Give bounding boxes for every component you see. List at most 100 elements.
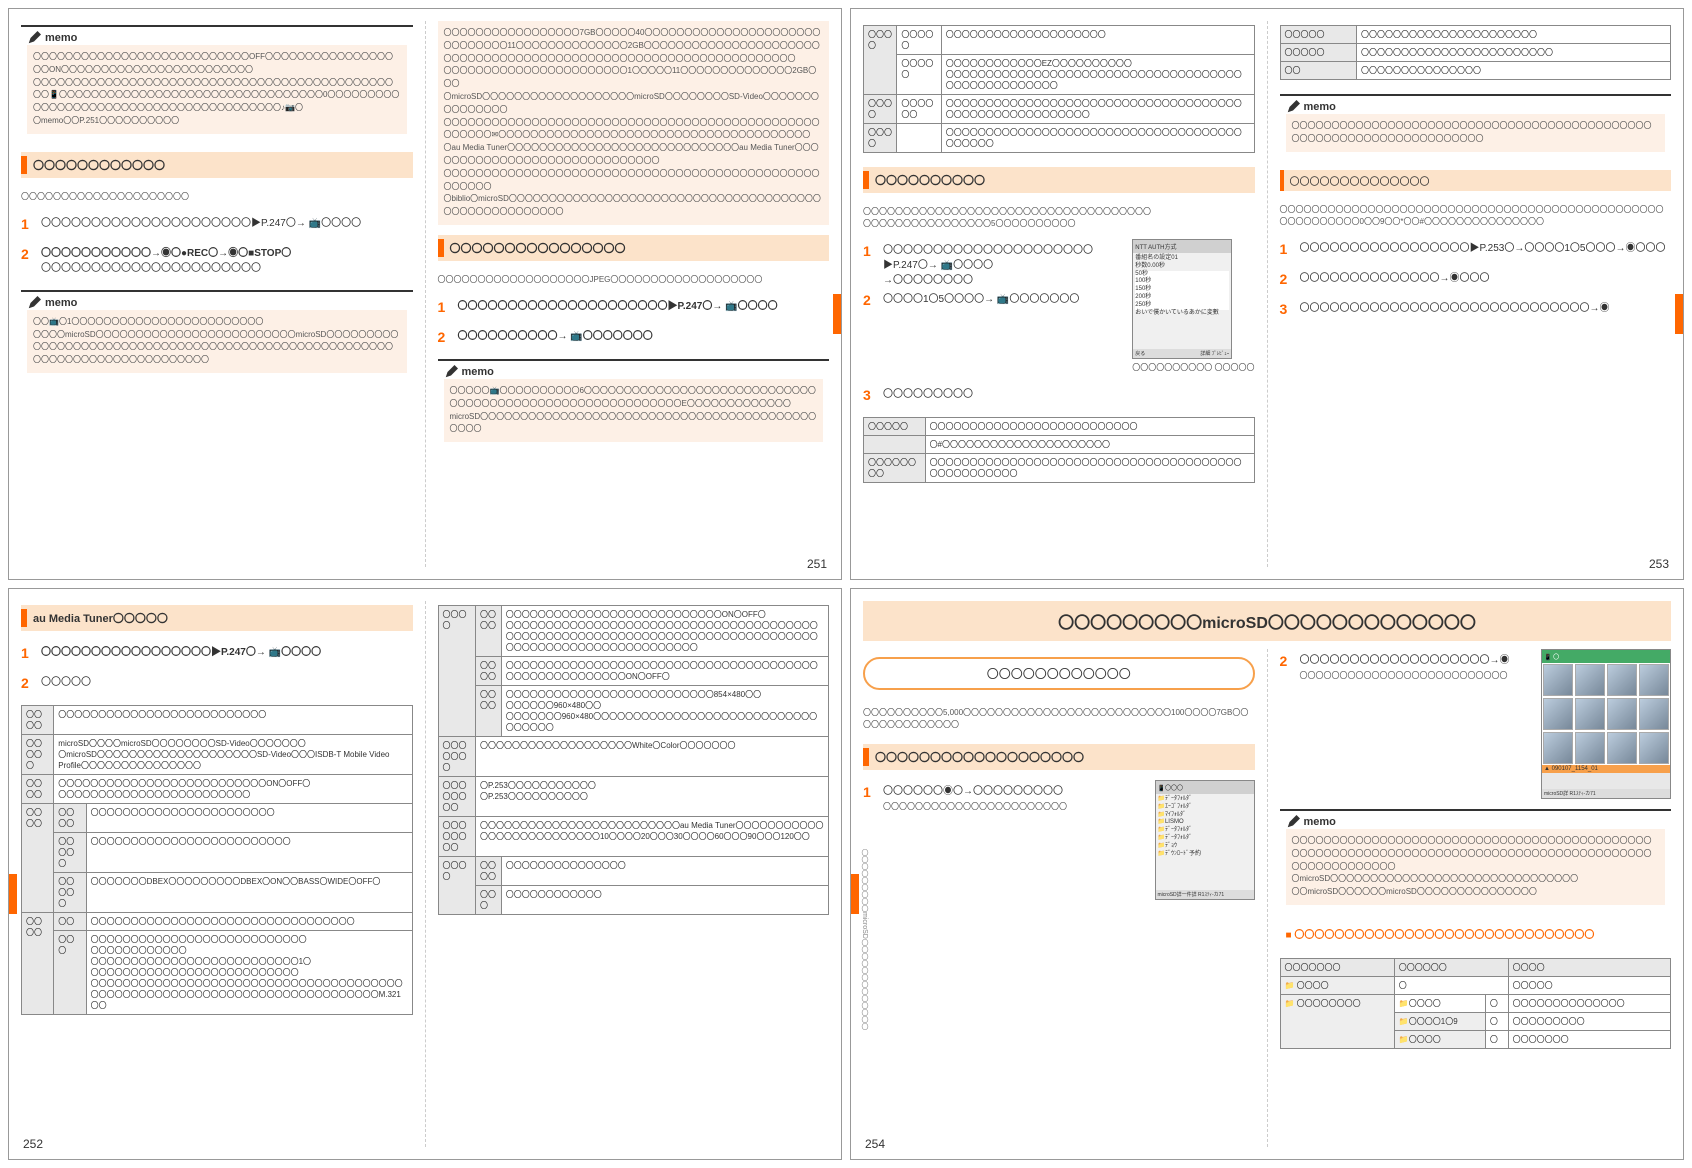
memo-body: 〇〇〇〇〇📺〇〇〇〇〇〇〇〇〇〇6〇〇〇〇〇〇〇〇〇〇〇〇〇〇〇〇〇〇〇〇〇〇〇… [444,379,824,442]
table-cell: 〇〇〇〇〇〇〇〇〇〇〇〇〇〇〇 [501,857,828,886]
table-cell: 〇〇〇 [475,886,501,915]
list-item: 番組名の設定01 [1135,255,1229,263]
table-cell: 〇〇〇〇 [475,686,501,737]
settings-table: 〇〇〇〇〇〇〇〇〇〇〇〇〇〇〇〇〇〇〇〇〇〇〇〇〇〇〇〇〇 〇〇〇〇〇〇〇〇〇〇… [863,25,1255,153]
table-cell: 〇〇〇〇〇〇〇〇〇〇〇〇〇〇〇〇〇〇〇〇〇〇〇〇〇〇ON〇OFF〇 〇〇〇〇〇〇… [54,775,412,804]
table-cell: 〇〇〇〇〇〇〇〇〇〇〇〇〇〇〇 [1357,62,1671,80]
table-cell: 〇〇〇〇〇〇〇〇〇〇〇〇〇〇〇〇〇〇〇〇 [941,26,1254,55]
page-number: 253 [1649,557,1669,571]
thumbnail [1543,698,1573,730]
table-cell: 〇P.253〇〇〇〇〇〇〇〇〇〇〇 〇P.253〇〇〇〇〇〇〇〇〇〇 [475,777,828,817]
screenshot-title: NTT AUTH方式 [1133,240,1231,253]
list-item: 📁ﾃﾞｰﾀﾌｫﾙﾀﾞ [1158,796,1252,804]
intro-text: 〇〇〇〇〇〇〇〇〇〇5,000〇〇〇〇〇〇〇〇〇〇〇〇〇〇〇〇〇〇〇〇〇〇〇〇〇… [863,707,1255,731]
table-cell: 〇〇〇〇〇〇〇〇〇〇〇〇〇〇〇〇〇〇〇〇〇〇〇〇〇au Media Tuner〇… [475,817,828,857]
table-cell: 〇〇〇〇〇〇〇〇〇〇〇〇 [501,886,828,915]
table-cell: 〇#〇〇〇〇〇〇〇〇〇〇〇〇〇〇〇〇〇〇〇〇〇 [925,436,1254,454]
table-cell: 〇〇〇〇〇〇〇〇 [438,817,475,857]
list-item: 200秒 [1135,294,1229,302]
table-cell: 〇〇〇〇〇 [1280,44,1357,62]
step-text: 〇〇〇〇〇〇◉〇→〇〇〇〇〇〇〇〇〇 [883,786,1063,797]
page-number: 254 [865,1137,885,1151]
screenshot-body: 番組名の設定01 秒数0.00秒 50秒 100秒 150秒 200秒 250秒… [1133,253,1231,349]
step-3: 3〇〇〇〇〇〇〇〇〇 [863,387,1255,403]
table-cell: 〇〇〇〇〇〇〇〇〇〇〇〇〇〇〇〇〇〇〇〇〇〇 [1357,26,1671,44]
table-cell: 〇〇〇〇〇〇〇〇 [438,777,475,817]
options-table: 〇〇〇〇〇〇〇〇〇〇〇〇〇〇〇〇〇〇〇〇〇〇〇〇〇〇〇〇〇〇〇 〇#〇〇〇〇〇〇… [863,417,1255,483]
step-text: 〇〇〇〇1〇5〇〇〇〇→ 📺〇〇〇〇〇〇〇 [883,292,1124,308]
page-253: 〇〇〇〇〇〇〇〇〇〇〇〇〇〇〇〇〇〇〇〇〇〇〇〇〇〇〇〇〇 〇〇〇〇〇〇〇〇〇〇… [850,8,1684,580]
step-2: 2〇〇〇〇〇 [21,675,413,691]
section-heading: 〇〇〇〇〇〇〇〇〇〇〇〇〇〇〇〇 [438,235,830,261]
step-sub: 〇〇〇〇〇〇〇〇〇〇〇〇〇〇〇〇〇〇〇〇〇〇〇〇〇〇 [1300,671,1508,680]
table-cell: 〇 [1485,994,1508,1012]
table-cell: 〇〇〇〇 [864,95,897,124]
page-251: memo 〇〇〇〇〇〇〇〇〇〇〇〇〇〇〇〇〇〇〇〇〇〇〇〇〇〇〇OFF〇〇〇〇〇… [8,8,842,580]
step-text: 〇〇〇〇〇 [41,675,413,691]
thumbnail [1575,698,1605,730]
table-cell: 〇〇 [1280,62,1357,80]
step-1: 1〇〇〇〇〇〇〇〇〇〇〇〇〇〇〇〇〇〇〇〇〇▶P.247〇→ 📺〇〇〇〇 [21,216,413,232]
step-3: 3〇〇〇〇〇〇〇〇〇〇〇〇〇〇〇〇〇〇〇〇〇〇〇〇〇〇〇〇〇→◉ [1280,301,1672,317]
table-cell: 〇〇〇〇 [475,606,501,657]
sub-heading: 〇〇〇〇〇〇〇〇〇〇〇〇〇〇 [1280,170,1672,191]
table-cell: 〇 [1485,1012,1508,1030]
table-cell: 〇〇〇〇 [864,124,897,153]
table-cell: 〇〇〇〇〇〇〇〇〇〇〇〇〇〇〇〇〇〇〇〇〇〇〇〇〇〇〇〇〇〇〇〇〇 [86,913,412,931]
step-text: 〇〇〇〇〇〇〇〇〇〇〇〇〇〇〇〇〇〇〇〇〇▶P.247〇→ 📺〇〇〇〇 [458,299,830,315]
table-cell: 〇〇〇〇〇〇〇〇〇〇〇〇〇〇〇〇〇〇〇〇〇〇〇〇〇〇〇ON〇OFF〇 〇〇〇〇〇… [501,606,828,657]
settings-table: 〇〇〇〇〇〇〇〇〇〇〇〇〇〇〇〇〇〇〇〇〇〇〇〇〇〇〇〇〇〇 〇〇〇〇〇micr… [21,705,413,1015]
step-1: 1〇〇〇〇〇〇〇〇〇〇〇〇〇〇〇〇〇▶P.247〇→ 📺〇〇〇〇 [21,645,413,661]
memo-label: memo [45,32,77,44]
step-2: 2〇〇〇〇〇〇〇〇〇〇〇〇〇〇〇〇〇〇〇→◉〇〇〇〇〇〇〇〇〇〇〇〇〇〇〇〇〇〇… [1280,653,1534,683]
memo-label: memo [1304,101,1336,113]
thumbnail [1639,732,1669,764]
step-1: 1〇〇〇〇〇〇〇〇〇〇〇〇〇〇〇〇〇〇〇〇〇▶P.247〇→ 📺〇〇〇〇 →〇〇… [863,243,1124,288]
table-cell: 〇〇〇〇〇〇 [897,95,941,124]
device-screenshot: NTT AUTH方式 番組名の設定01 秒数0.00秒 50秒 100秒 150… [1132,239,1232,359]
list-item: 📁ﾃﾞｳﾝﾛｰﾄﾞ予約 [1158,851,1252,859]
memo-body: 〇〇〇〇〇〇〇〇〇〇〇〇〇〇〇〇〇〇〇〇〇〇〇〇〇〇〇OFF〇〇〇〇〇〇〇〇〇〇… [27,45,407,134]
settings-table-2: 〇〇〇〇〇〇〇〇〇〇〇〇〇〇〇〇〇〇〇〇〇〇〇〇〇〇〇〇〇〇〇〇〇〇〇ON〇OF… [438,605,830,915]
step-2: 2〇〇〇〇〇〇〇〇〇〇〇〇〇〇→◉〇〇〇 [1280,271,1672,287]
table-cell: 📁 〇〇〇〇 [1280,976,1394,994]
device-screenshot: 📱〇〇〇 📁ﾃﾞｰﾀﾌｫﾙﾀﾞ 📁ｴｰｺﾞﾌｫﾙﾀﾞ 📁ﾏｲﾌｫﾙﾀﾞ 📁LIS… [1155,780,1255,900]
pencil-icon [27,296,41,310]
step-1: 1〇〇〇〇〇〇〇〇〇〇〇〇〇〇〇〇〇〇〇〇〇▶P.247〇→ 📺〇〇〇〇 [438,299,830,315]
table-cell: 〇〇〇〇〇〇〇〇〇〇〇〇〇〇〇〇〇〇〇〇〇〇〇 [86,804,412,833]
pencil-icon [444,365,458,379]
side-tab [1675,294,1683,334]
table-cell: microSD〇〇〇〇microSD〇〇〇〇〇〇〇〇SD-Video〇〇〇〇〇〇… [54,735,412,775]
thumb-info: ▲ 090107_1154_01 [1542,765,1670,773]
page-254: 〇〇〇〇〇〇〇〇〇microSD〇〇〇〇〇〇〇〇〇〇〇〇〇 〇〇〇〇〇〇〇〇〇m… [850,588,1684,1160]
pencil-icon [1286,100,1300,114]
memo-label: memo [45,297,77,309]
section-heading: 〇〇〇〇〇〇〇〇〇〇〇〇〇〇〇〇〇〇〇 [863,744,1255,770]
table-cell: 〇〇〇〇〇〇〇〇〇〇〇〇〇〇〇〇〇〇〇〇〇〇〇〇〇〇854×480〇〇 〇〇〇〇… [501,686,828,737]
thumbnail [1575,664,1605,696]
table-cell: 〇〇〇〇〇〇〇〇〇〇〇〇〇〇〇〇〇〇〇White〇Color〇〇〇〇〇〇〇 [475,737,828,777]
list-item: 150秒 [1135,286,1229,294]
table-cell: 〇〇〇〇 [475,657,501,686]
memo-body: 〇〇📺〇1〇〇〇〇〇〇〇〇〇〇〇〇〇〇〇〇〇〇〇〇〇〇〇〇 〇〇〇〇microS… [27,310,407,373]
thumbnail [1543,664,1573,696]
side-tab [9,874,17,914]
table-cell: 〇〇〇〇 [22,706,54,735]
section-heading: 〇〇〇〇〇〇〇〇〇〇 [863,167,1255,193]
list-item: おいで僕かいているあかに変數 [1135,310,1229,318]
side-tab [851,874,859,914]
caption: 〇〇〇〇〇〇〇〇〇〇 〇〇〇〇〇 [1132,362,1254,374]
notes: 〇〇〇〇〇〇〇〇〇〇〇〇〇〇〇〇〇〇〇〇〇〇〇〇〇〇〇〇〇〇〇〇〇〇〇〇〇〇〇〇… [1280,204,1672,228]
thumbnail-grid-screenshot: 📱 〇 ▲ 090107_1154_01 microSD詳 R1ｽﾃｨ-カ71 [1541,649,1671,799]
table-cell: 〇〇〇〇〇〇〇〇〇〇〇〇〇〇〇〇〇〇〇〇〇〇〇〇〇〇〇〇〇〇〇〇〇〇〇〇〇〇〇〇… [501,657,828,686]
step-sub: 〇〇〇〇〇〇〇〇〇〇〇〇〇〇〇〇〇〇〇〇〇〇 [41,263,261,274]
table-cell: 〇〇〇〇〇〇〇〇〇〇〇〇〇〇〇〇〇〇〇〇〇〇〇〇〇〇〇〇〇〇〇〇〇〇〇〇〇〇〇〇… [941,124,1254,153]
table-cell: 〇〇〇〇〇〇〇 [438,737,475,777]
section-subtitle: 〇〇〇〇〇〇〇〇〇〇〇〇〇〇〇〇〇〇〇JPEG〇〇〇〇〇〇〇〇〇〇〇〇〇〇〇〇〇… [438,274,830,286]
table-cell: 〇〇〇〇〇〇〇〇〇 [1508,1012,1670,1030]
step-text: 〇〇〇〇〇〇〇〇〇〇〇〇〇〇〇〇〇〇〇→◉ [1300,655,1510,666]
pencil-icon [27,31,41,45]
thumbnail [1639,664,1669,696]
table-cell: 〇〇〇〇 [22,775,54,804]
chapter-title: 〇〇〇〇〇〇〇〇〇microSD〇〇〇〇〇〇〇〇〇〇〇〇〇 [863,601,1671,641]
